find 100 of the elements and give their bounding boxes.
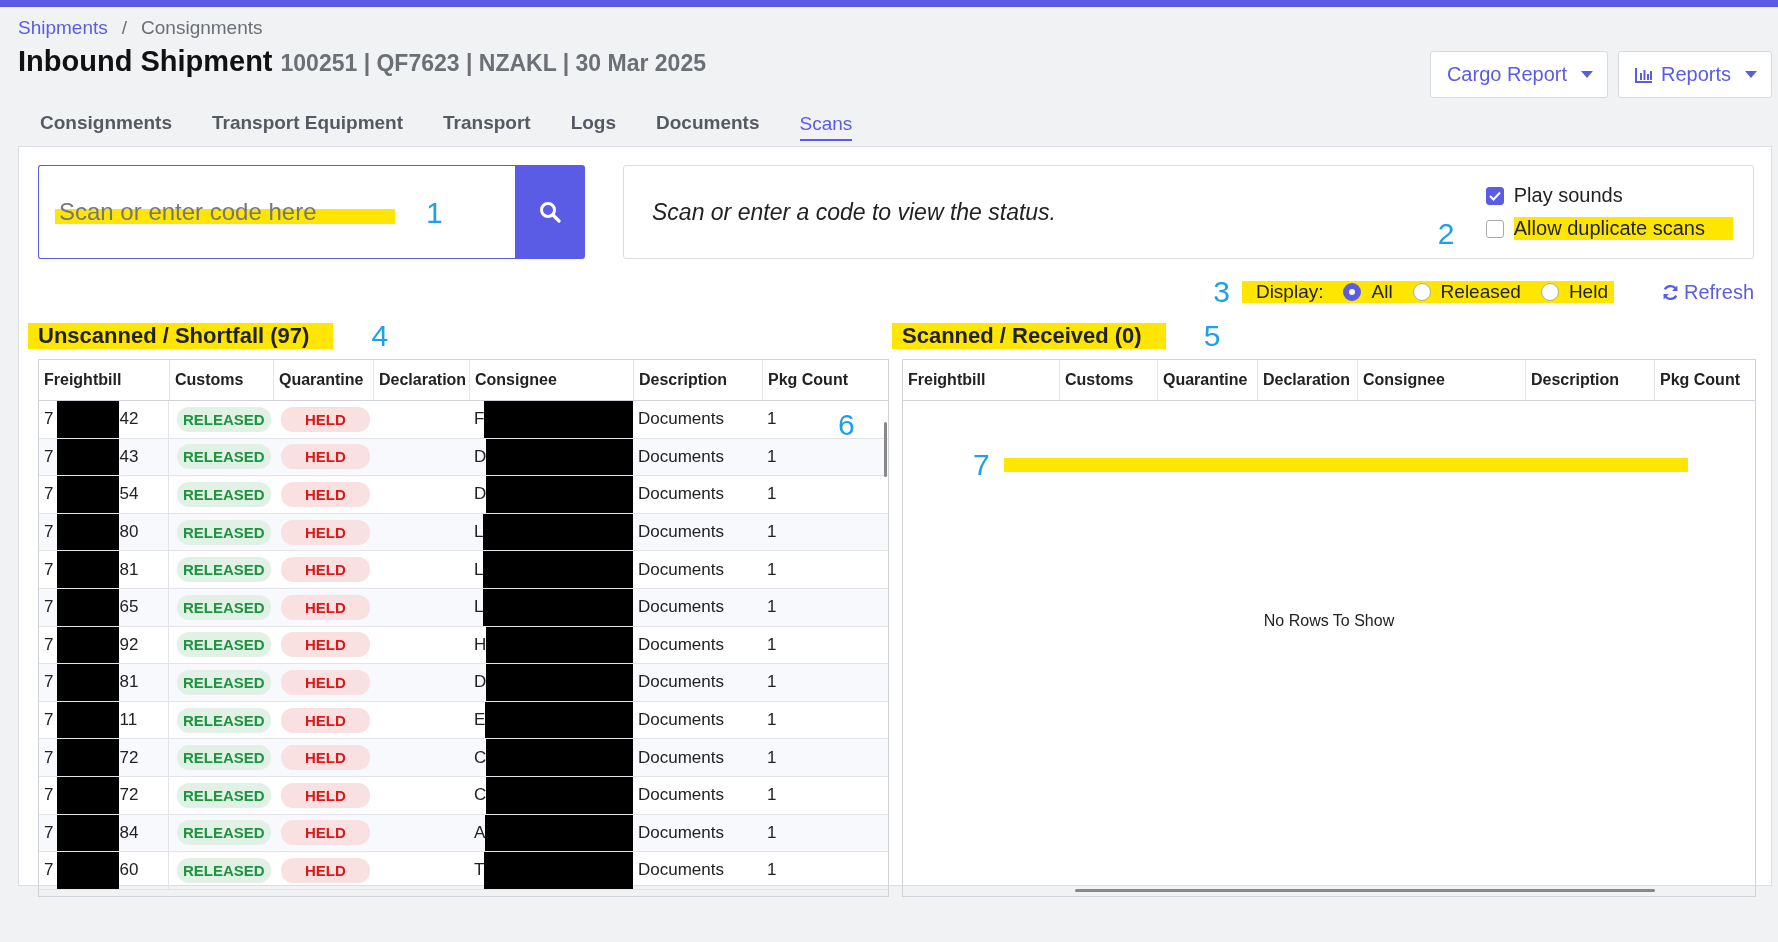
status-label: HELD <box>281 482 370 507</box>
status-label: HELD <box>281 406 370 432</box>
tab[interactable]: Scans <box>799 112 853 141</box>
table-cell: 1 <box>767 484 777 505</box>
status-label: HELD <box>281 557 370 583</box>
table-cell: 60 <box>119 860 139 881</box>
table-cell: 42 <box>119 409 139 430</box>
radio-option[interactable]: Released <box>1412 281 1521 303</box>
table-cell: F <box>474 409 485 430</box>
table-cell: Documents <box>638 672 724 693</box>
column-header[interactable]: Description <box>1525 360 1654 400</box>
column-header[interactable]: Declaration <box>1257 360 1357 400</box>
column-header[interactable]: Freightbill <box>39 360 169 400</box>
tab[interactable]: Logs <box>550 112 637 141</box>
status-label: HELD <box>281 669 370 695</box>
table-cell: 81 <box>119 559 139 580</box>
callout-number: 4 <box>371 321 389 351</box>
radio-button[interactable] <box>1343 283 1362 301</box>
tab[interactable]: Transport <box>423 112 551 141</box>
table-cell: 1 <box>767 597 777 618</box>
table-cell: 1 <box>767 672 777 693</box>
table-cell: 1 <box>767 522 777 543</box>
tab[interactable]: Documents <box>636 112 780 141</box>
checkbox[interactable] <box>1485 219 1504 238</box>
table-cell: 7 <box>44 484 54 505</box>
breadcrumb-separator: / <box>121 17 128 39</box>
search-button[interactable] <box>515 165 585 259</box>
table-cell: 54 <box>119 484 139 505</box>
status-label: RELEASED <box>177 406 271 432</box>
column-header[interactable]: Pkg Count <box>762 360 858 400</box>
column-header[interactable]: Freightbill <box>903 360 1059 400</box>
table-cell: 1 <box>767 822 777 843</box>
table-cell: Documents <box>638 522 724 543</box>
tab[interactable]: Consignments <box>20 112 192 141</box>
table-cell: 81 <box>119 672 139 693</box>
checkbox[interactable] <box>1485 186 1504 205</box>
status-label: HELD <box>281 782 370 808</box>
tab[interactable]: Transport Equipment <box>191 112 424 141</box>
radio-option[interactable]: All <box>1343 281 1393 303</box>
table-cell: 65 <box>119 597 139 618</box>
status-message: Scan or enter a code to view the status. <box>652 198 1056 226</box>
column-header[interactable]: Quarantine <box>1157 360 1257 400</box>
table-cell: D <box>474 672 487 693</box>
status-label: RELEASED <box>177 820 271 846</box>
table-cell: Documents <box>638 634 724 655</box>
table-cell: 7 <box>44 446 54 467</box>
table-cell: L <box>474 522 484 543</box>
table-cell: H <box>474 634 487 655</box>
table-cell: C <box>474 785 487 806</box>
table-cell: Documents <box>638 860 724 881</box>
column-header[interactable]: Consignee <box>1357 360 1525 400</box>
status-label: HELD <box>281 745 370 771</box>
table-cell: 7 <box>44 559 54 580</box>
table-cell: 7 <box>44 710 54 731</box>
shipment-details: 100251 | QF7623 | NZAKL | 30 Mar 2025 <box>280 50 706 77</box>
callout-number: 2 <box>1437 219 1455 249</box>
table-cell: Documents <box>638 710 724 731</box>
column-header[interactable]: Consignee <box>469 360 633 400</box>
table-cell: 1 <box>767 710 777 731</box>
table-cell: L <box>474 597 484 618</box>
status-label: HELD <box>281 820 370 846</box>
status-label: HELD <box>281 594 370 620</box>
column-header[interactable]: Declaration <box>373 360 469 400</box>
status-label: RELEASED <box>177 632 271 658</box>
status-label: HELD <box>281 444 370 470</box>
table-cell: T <box>474 860 485 881</box>
empty-message: No Rows To Show <box>1263 612 1395 630</box>
table-cell: 1 <box>767 860 777 881</box>
search-icon <box>539 201 561 223</box>
column-header[interactable]: Pkg Count <box>1654 360 1750 400</box>
table-cell: 7 <box>44 634 54 655</box>
radio-button[interactable] <box>1540 283 1559 301</box>
table-cell: 72 <box>119 785 139 806</box>
column-header[interactable]: Description <box>633 360 762 400</box>
table-cell: D <box>474 484 487 505</box>
scrollbar[interactable] <box>1075 889 1655 892</box>
status-label: RELEASED <box>177 594 271 620</box>
status-label: RELEASED <box>177 782 271 808</box>
table-cell: Documents <box>638 446 724 467</box>
column-header[interactable]: Customs <box>169 360 273 400</box>
table-cell: C <box>474 747 487 768</box>
page-title: Inbound Shipment <box>18 45 273 78</box>
radio-option[interactable]: Held <box>1540 281 1608 303</box>
table-cell: 43 <box>119 446 139 467</box>
callout-number: 3 <box>1213 277 1230 307</box>
table-cell: 7 <box>44 747 54 768</box>
report-dropdown-button[interactable]: Cargo Report <box>1429 51 1608 98</box>
breadcrumb-link[interactable]: Shipments <box>18 17 108 39</box>
refresh-link[interactable]: Refresh <box>1661 280 1754 304</box>
table-cell: 84 <box>119 822 139 843</box>
report-dropdown-button[interactable]: Reports <box>1617 51 1772 98</box>
table-cell: 7 <box>44 409 54 430</box>
table-cell: L <box>474 559 484 580</box>
table-cell: 1 <box>767 559 777 580</box>
radio-button[interactable] <box>1412 283 1431 301</box>
scrollbar[interactable] <box>884 422 887 477</box>
column-header[interactable]: Quarantine <box>273 360 373 400</box>
refresh-icon <box>1661 283 1679 301</box>
column-header[interactable]: Customs <box>1059 360 1157 400</box>
table-cell: 1 <box>767 446 777 467</box>
